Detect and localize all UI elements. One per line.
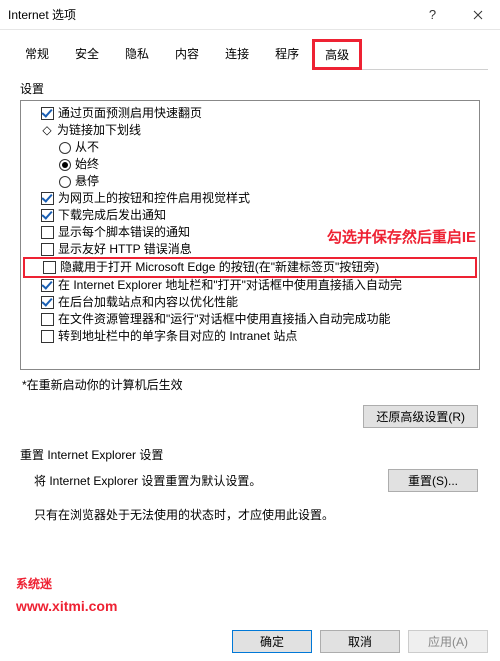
restore-defaults-button[interactable]: 还原高级设置(R) (363, 405, 478, 428)
annotation-callout: 勾选并保存然后重启IE (327, 226, 476, 247)
setting-label: 转到地址栏中的单字条目对应的 Intranet 站点 (58, 328, 297, 345)
tab-2[interactable]: 隐私 (112, 39, 162, 70)
checkbox-icon[interactable] (41, 330, 54, 343)
checkbox-icon[interactable] (41, 313, 54, 326)
setting-label: 始终 (75, 156, 99, 173)
tab-6[interactable]: 高级 (312, 39, 362, 70)
checkbox-icon[interactable] (41, 209, 54, 222)
tab-3[interactable]: 内容 (162, 39, 212, 70)
setting-row[interactable]: 转到地址栏中的单字条目对应的 Intranet 站点 (23, 328, 477, 345)
checkbox-icon[interactable] (41, 192, 54, 205)
setting-row[interactable]: 在后台加载站点和内容以优化性能 (23, 294, 477, 311)
tab-4[interactable]: 连接 (212, 39, 262, 70)
setting-label: 隐藏用于打开 Microsoft Edge 的按钮(在"新建标签页"按钮旁) (60, 259, 379, 276)
setting-row[interactable]: ◇为链接加下划线 (23, 122, 477, 139)
reset-text: 将 Internet Explorer 设置重置为默认设置。 (22, 472, 388, 489)
window-title: Internet 选项 (8, 6, 410, 23)
reset-group-label: 重置 Internet Explorer 设置 (20, 446, 500, 463)
checkbox-icon[interactable] (41, 226, 54, 239)
ok-button[interactable]: 确定 (232, 630, 312, 653)
dialog-buttons: 确定 取消 应用(A) (232, 630, 488, 653)
titlebar: Internet 选项 ? (0, 0, 500, 30)
brand-watermark: 系统迷 www.xitmi.com (16, 575, 117, 617)
settings-label: 设置 (20, 80, 500, 97)
setting-label: 在后台加载站点和内容以优化性能 (58, 294, 238, 311)
setting-row[interactable]: 从不 (23, 139, 477, 156)
setting-label: 下载完成后发出通知 (58, 207, 166, 224)
restore-row: 还原高级设置(R) (0, 405, 478, 428)
help-button[interactable]: ? (410, 0, 455, 30)
cancel-button[interactable]: 取消 (320, 630, 400, 653)
close-button[interactable] (455, 0, 500, 30)
tab-strip: 常规安全隐私内容连接程序高级 (0, 30, 500, 69)
tab-0[interactable]: 常规 (12, 39, 62, 70)
setting-row[interactable]: 通过页面预测启用快速翻页 (23, 105, 477, 122)
setting-label: 悬停 (75, 173, 99, 190)
tab-5[interactable]: 程序 (262, 39, 312, 70)
setting-row[interactable]: 悬停 (23, 173, 477, 190)
brand-site: www.xitmi.com (16, 595, 117, 617)
apply-button[interactable]: 应用(A) (408, 630, 488, 653)
checkbox-icon[interactable] (41, 296, 54, 309)
reset-line: 将 Internet Explorer 设置重置为默认设置。 重置(S)... (22, 469, 478, 492)
radio-icon[interactable] (59, 176, 71, 188)
checkbox-icon[interactable] (43, 261, 56, 274)
checkbox-icon[interactable] (41, 279, 54, 292)
checkbox-icon[interactable] (41, 243, 54, 256)
setting-row[interactable]: 隐藏用于打开 Microsoft Edge 的按钮(在"新建标签页"按钮旁) (23, 257, 477, 278)
setting-label: 显示友好 HTTP 错误消息 (58, 241, 192, 258)
restart-note: *在重新启动你的计算机后生效 (22, 376, 500, 393)
setting-row[interactable]: 在 Internet Explorer 地址栏和"打开"对话框中使用直接插入自动… (23, 277, 477, 294)
reset-description: 只有在浏览器处于无法使用的状态时，才应使用此设置。 (34, 506, 478, 524)
setting-label: 为网页上的按钮和控件启用视觉样式 (58, 190, 250, 207)
tab-1[interactable]: 安全 (62, 39, 112, 70)
setting-row[interactable]: 在文件资源管理器和"运行"对话框中使用直接插入自动完成功能 (23, 311, 477, 328)
setting-row[interactable]: 始终 (23, 156, 477, 173)
setting-label: 在 Internet Explorer 地址栏和"打开"对话框中使用直接插入自动… (58, 277, 402, 294)
setting-label: 在文件资源管理器和"运行"对话框中使用直接插入自动完成功能 (58, 311, 391, 328)
setting-label: 从不 (75, 139, 99, 156)
setting-label: 为链接加下划线 (57, 122, 141, 139)
radio-icon[interactable] (59, 159, 71, 171)
setting-row[interactable]: 为网页上的按钮和控件启用视觉样式 (23, 190, 477, 207)
bullet-icon: ◇ (41, 122, 53, 139)
radio-icon[interactable] (59, 142, 71, 154)
setting-label: 显示每个脚本错误的通知 (58, 224, 190, 241)
reset-button[interactable]: 重置(S)... (388, 469, 478, 492)
checkbox-icon[interactable] (41, 107, 54, 120)
setting-row[interactable]: 下载完成后发出通知 (23, 207, 477, 224)
close-icon (473, 10, 483, 20)
setting-label: 通过页面预测启用快速翻页 (58, 105, 202, 122)
brand-name: 系统迷 (16, 575, 117, 594)
